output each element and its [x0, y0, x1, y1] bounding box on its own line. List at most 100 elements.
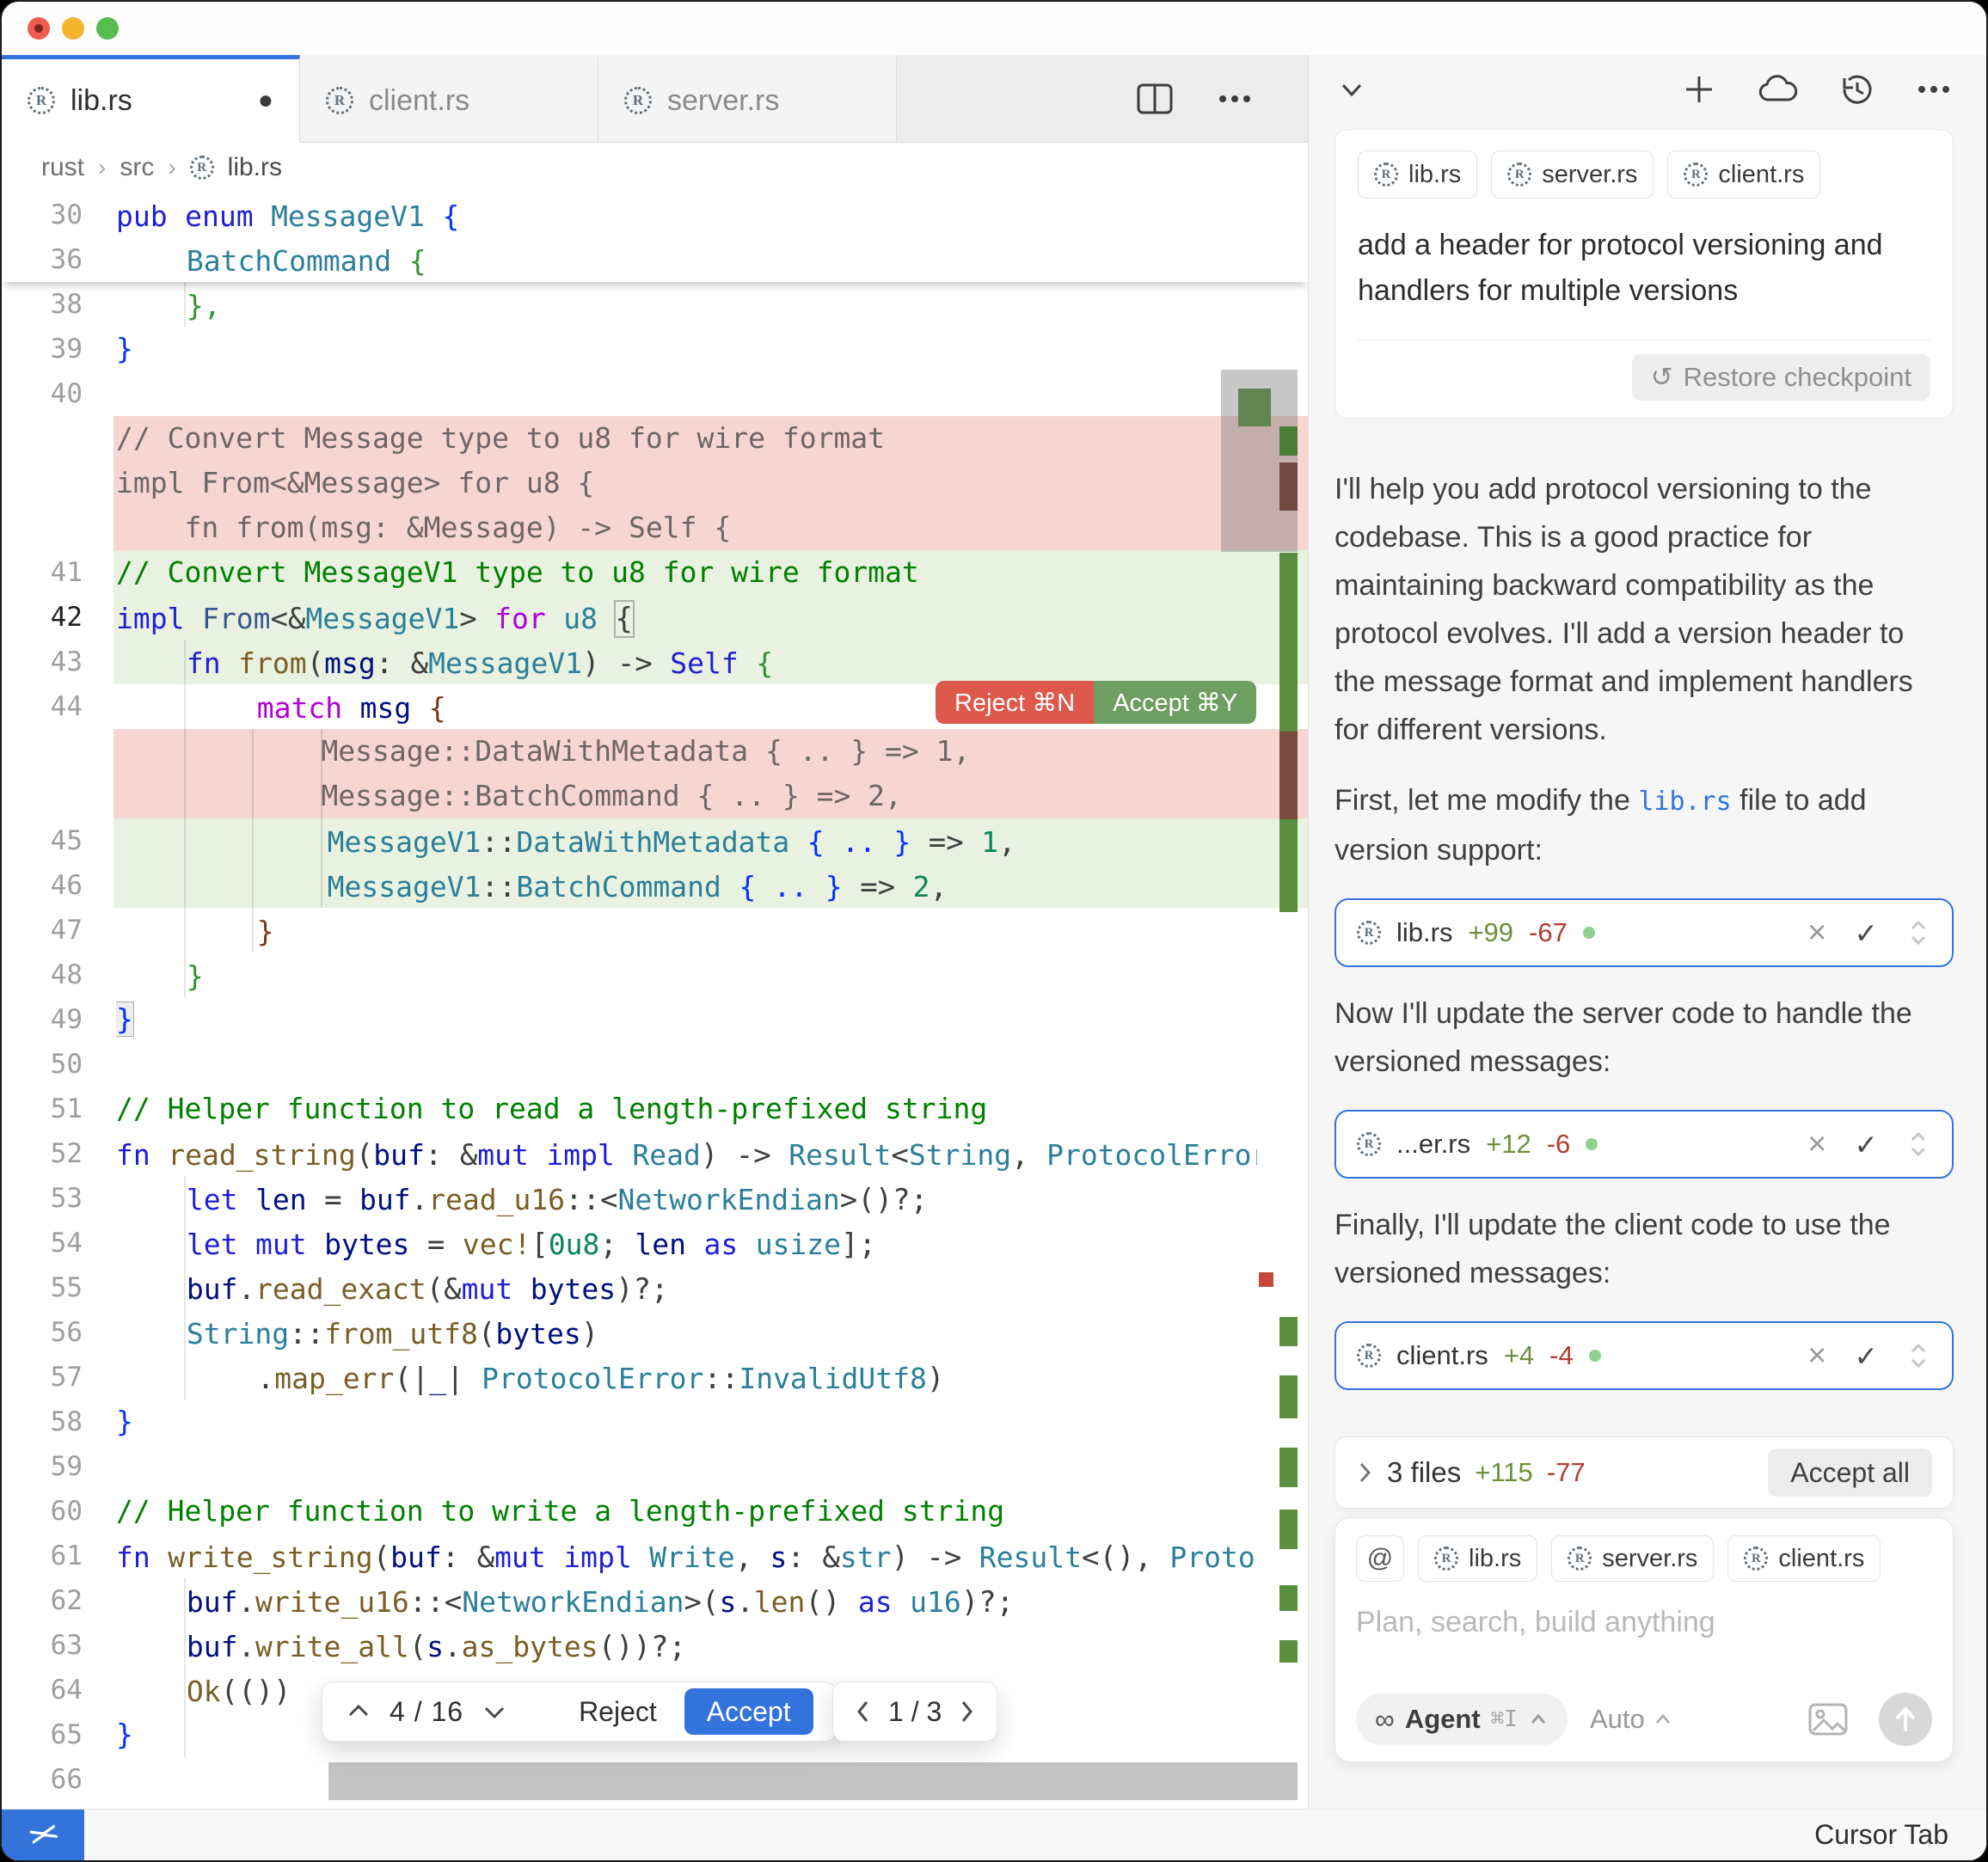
check-icon[interactable]: ✓	[1854, 1339, 1878, 1373]
cloud-icon[interactable]	[1756, 70, 1799, 108]
code-row[interactable]: 49}	[2, 997, 1308, 1042]
code-row[interactable]: 41// Convert MessageV1 type to u8 for wi…	[2, 550, 1308, 595]
code-row[interactable]: 62 buf.write_u16::<NetworkEndian>(s.len(…	[2, 1578, 1308, 1623]
code-row[interactable]: 48 }	[2, 952, 1308, 997]
code-row[interactable]: 56 String::from_utf8(bytes)	[2, 1310, 1308, 1355]
context-chip-client-rs[interactable]: Rclient.rs	[1667, 150, 1820, 199]
accept-all-button[interactable]: Accept	[684, 1688, 813, 1735]
check-icon[interactable]: ✓	[1854, 1128, 1878, 1161]
line-number: 58	[2, 1400, 114, 1444]
model-selector[interactable]: Auto	[1590, 1704, 1672, 1735]
restore-checkpoint-button[interactable]: ↺ Restore checkpoint	[1632, 354, 1930, 401]
composer-chip-lib-rs[interactable]: Rlib.rs	[1418, 1535, 1537, 1582]
code-row[interactable]: 53 let len = buf.read_u16::<NetworkEndia…	[2, 1176, 1308, 1221]
check-icon[interactable]: ✓	[1854, 916, 1878, 950]
code-row[interactable]: 30pub enum MessageV1 {	[2, 193, 1308, 237]
code-row[interactable]: fn from(msg: &Message) -> Self {	[2, 505, 1308, 550]
code-row[interactable]: Message::DataWithMetadata { .. } => 1,	[2, 729, 1308, 774]
composer-chip-server-rs[interactable]: Rserver.rs	[1551, 1535, 1714, 1582]
rust-file-icon: R	[1357, 921, 1381, 945]
next-file-icon[interactable]	[957, 1698, 976, 1725]
chevron-right-icon: ›	[98, 154, 106, 181]
prev-diff-icon[interactable]	[345, 1700, 372, 1723]
next-diff-icon[interactable]	[481, 1700, 508, 1723]
editor-scrollbar[interactable]	[1221, 370, 1298, 552]
accept-all-files-button[interactable]: Accept all	[1768, 1449, 1932, 1497]
tab-lib-rs[interactable]: R lib.rs ●	[2, 55, 300, 143]
chevron-right-icon: ›	[168, 154, 175, 181]
code-row[interactable]: 36 BatchCommand {	[2, 237, 1308, 282]
file-diff-card-lib-rs[interactable]: R lib.rs +99 -67 × ✓	[1335, 898, 1954, 967]
minimize-window-button[interactable]	[62, 17, 84, 40]
breadcrumb-item[interactable]: rust	[41, 153, 84, 182]
code-row[interactable]: 60// Helper function to write a length-p…	[2, 1489, 1308, 1534]
code-row[interactable]: 52fn read_string(buf: &mut impl Read) ->…	[2, 1131, 1308, 1176]
close-icon[interactable]: ×	[1807, 1128, 1826, 1161]
assistant-paragraph: First, let me modify the lib.rs file to …	[1335, 776, 1919, 874]
code-row[interactable]: // Convert Message type to u8 for wire f…	[2, 416, 1308, 461]
reject-all-button[interactable]: Reject	[574, 1695, 662, 1729]
file-diff-card-client-rs[interactable]: R client.rs +4 -4 × ✓	[1335, 1321, 1954, 1390]
send-icon[interactable]	[1879, 1693, 1932, 1746]
code-row[interactable]: 45 MessageV1::DataWithMetadata { .. } =>…	[2, 818, 1308, 863]
rust-file-icon: R	[1357, 1344, 1381, 1368]
changes-summary-bar[interactable]: 3 files +115 -77 Accept all	[1335, 1436, 1954, 1509]
reject-hunk-button[interactable]: Reject ⌘N	[936, 681, 1094, 724]
mode-selector[interactable]: ∞ Agent ⌘I	[1356, 1694, 1568, 1745]
more-icon[interactable]	[1914, 70, 1954, 108]
more-actions-icon[interactable]	[1215, 80, 1255, 118]
history-icon[interactable]	[1837, 70, 1876, 108]
code-row[interactable]: 61fn write_string(buf: &mut impl Write, …	[2, 1534, 1308, 1578]
composer-input[interactable]: Plan, search, build anything	[1356, 1606, 1932, 1639]
expand-icon[interactable]	[1905, 916, 1931, 949]
composer-chip-client-rs[interactable]: Rclient.rs	[1727, 1535, 1881, 1582]
code-row[interactable]: Message::BatchCommand { .. } => 2,	[2, 774, 1308, 818]
context-chip-server-rs[interactable]: Rserver.rs	[1491, 150, 1654, 199]
code-row[interactable]: 59	[2, 1444, 1308, 1489]
tab-server-rs[interactable]: R server.rs	[598, 55, 897, 143]
tab-client-rs[interactable]: R client.rs	[300, 55, 598, 143]
code-row[interactable]: 47 }	[2, 908, 1308, 952]
breadcrumb[interactable]: rust › src › R lib.rs	[2, 143, 1308, 193]
chat-header	[1335, 55, 1954, 124]
code-row[interactable]: 54 let mut bytes = vec![0u8; len as usiz…	[2, 1221, 1308, 1265]
prev-file-icon[interactable]	[854, 1698, 873, 1725]
code-row[interactable]: 38 },	[2, 282, 1308, 327]
close-window-button[interactable]	[28, 17, 50, 40]
code-row[interactable]: 57 .map_err(|_| ProtocolError::InvalidUt…	[2, 1355, 1308, 1400]
image-icon[interactable]	[1807, 1701, 1850, 1737]
cursor-tab-status[interactable]: Cursor Tab	[1814, 1819, 1986, 1851]
chevron-down-icon[interactable]	[1335, 72, 1369, 107]
code-row[interactable]: 40	[2, 371, 1308, 416]
diff-ruler-mark	[1279, 1640, 1298, 1663]
code-row[interactable]: 46 MessageV1::BatchCommand { .. } => 2,	[2, 863, 1308, 908]
code-row[interactable]: 43 fn from(msg: &MessageV1) -> Self {	[2, 640, 1308, 684]
code-row[interactable]: impl From<&Message> for u8 {	[2, 461, 1308, 505]
breadcrumb-item[interactable]: src	[120, 153, 154, 182]
split-editor-icon[interactable]	[1134, 80, 1175, 118]
line-number: 64	[2, 1668, 114, 1712]
code-row[interactable]: 50	[2, 1042, 1308, 1087]
add-context-button[interactable]: @	[1356, 1535, 1404, 1582]
expand-icon[interactable]	[1905, 1128, 1931, 1161]
code-row[interactable]: 58}	[2, 1400, 1308, 1444]
code-row[interactable]: 67impl Message {	[2, 1802, 1308, 1809]
code-row[interactable]: 39}	[2, 327, 1308, 371]
expand-icon[interactable]	[1905, 1339, 1931, 1372]
zoom-window-button[interactable]	[96, 17, 119, 40]
chip-label: lib.rs	[1408, 161, 1461, 189]
accept-hunk-button[interactable]: Accept ⌘Y	[1094, 681, 1256, 724]
remote-icon[interactable]: ><	[2, 1810, 84, 1861]
code-row[interactable]: 63 buf.write_all(s.as_bytes())?;	[2, 1623, 1308, 1668]
file-diff-card-server-rs[interactable]: R ...er.rs +12 -6 × ✓	[1335, 1110, 1954, 1179]
code-row[interactable]: 51// Helper function to read a length-pr…	[2, 1087, 1308, 1131]
breadcrumb-file[interactable]: lib.rs	[228, 153, 282, 182]
context-chip-lib-rs[interactable]: Rlib.rs	[1358, 150, 1477, 199]
new-chat-icon[interactable]	[1680, 70, 1718, 108]
chip-label: client.rs	[1718, 161, 1804, 189]
chat-composer[interactable]: @ Rlib.rs Rserver.rs Rclient.rs Plan, se…	[1335, 1517, 1954, 1762]
code-row[interactable]: 55 buf.read_exact(&mut bytes)?;	[2, 1265, 1308, 1310]
close-icon[interactable]: ×	[1807, 1339, 1826, 1372]
close-icon[interactable]: ×	[1807, 916, 1826, 949]
code-row[interactable]: 42impl From<&MessageV1> for u8 {	[2, 595, 1308, 640]
